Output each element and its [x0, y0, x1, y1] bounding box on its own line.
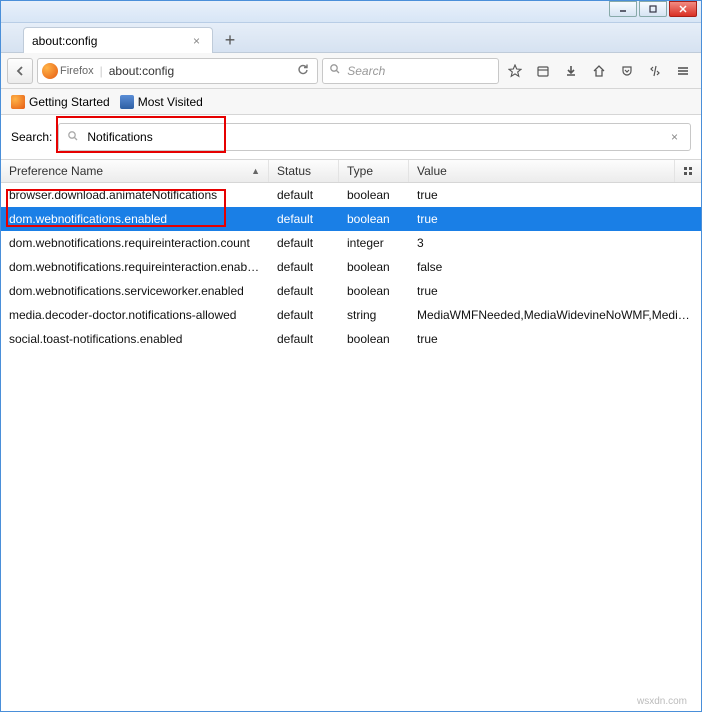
cell-name: dom.webnotifications.requireinteraction.…: [1, 260, 269, 274]
separator: |: [100, 64, 103, 78]
search-label: Search:: [11, 130, 52, 144]
library-icon[interactable]: [531, 58, 555, 84]
column-type[interactable]: Type: [339, 160, 409, 182]
cell-type: string: [339, 308, 409, 322]
reload-icon[interactable]: [293, 63, 313, 78]
clear-search-icon[interactable]: ×: [667, 130, 682, 144]
prefs-table-body: browser.download.animateNotificationsdef…: [1, 183, 701, 711]
folder-icon: [120, 95, 134, 109]
config-search-input[interactable]: [85, 129, 667, 145]
bookmark-getting-started[interactable]: Getting Started: [11, 95, 110, 109]
cell-name: social.toast-notifications.enabled: [1, 332, 269, 346]
window-titlebar: [1, 1, 701, 23]
cell-status: default: [269, 332, 339, 346]
menu-icon[interactable]: [671, 58, 695, 84]
cell-status: default: [269, 188, 339, 202]
firefox-icon: [42, 63, 58, 79]
cell-value: true: [409, 212, 701, 226]
cell-value: true: [409, 188, 701, 202]
cell-value: true: [409, 332, 701, 346]
cell-name: media.decoder-doctor.notifications-allow…: [1, 308, 269, 322]
cell-name: dom.webnotifications.enabled: [1, 212, 269, 226]
search-icon: [67, 130, 79, 145]
url-bar[interactable]: Firefox | about:config: [37, 58, 318, 84]
column-value[interactable]: Value: [409, 160, 675, 182]
cell-value: 3: [409, 236, 701, 250]
tab-close-icon[interactable]: ×: [189, 34, 204, 48]
watermark: wsxdn.com: [637, 696, 687, 707]
cell-status: default: [269, 260, 339, 274]
home-icon[interactable]: [587, 58, 611, 84]
pocket-icon[interactable]: [615, 58, 639, 84]
cell-status: default: [269, 308, 339, 322]
bookmark-star-icon[interactable]: [503, 58, 527, 84]
window-minimize-button[interactable]: [609, 1, 637, 17]
config-search-row: Search: ×: [1, 115, 701, 159]
pref-row[interactable]: browser.download.animateNotificationsdef…: [1, 183, 701, 207]
search-placeholder: Search: [347, 64, 385, 78]
search-bar[interactable]: Search: [322, 58, 499, 84]
column-preference-name[interactable]: Preference Name ▲: [1, 160, 269, 182]
cell-status: default: [269, 212, 339, 226]
window-close-button[interactable]: [669, 1, 697, 17]
tab-strip: about:config × +: [1, 23, 701, 53]
downloads-icon[interactable]: [559, 58, 583, 84]
bookmark-label: Most Visited: [138, 95, 203, 109]
config-search-field[interactable]: ×: [58, 123, 691, 151]
cell-type: boolean: [339, 260, 409, 274]
browser-tab[interactable]: about:config ×: [23, 27, 213, 53]
bookmark-most-visited[interactable]: Most Visited: [120, 95, 203, 109]
column-status[interactable]: Status: [269, 160, 339, 182]
browser-window: about:config × + Firefox | about:config …: [0, 0, 702, 712]
search-icon: [329, 63, 341, 78]
cell-status: default: [269, 284, 339, 298]
pref-row[interactable]: dom.webnotifications.enableddefaultboole…: [1, 207, 701, 231]
cell-name: browser.download.animateNotifications: [1, 188, 269, 202]
back-button[interactable]: [7, 58, 33, 84]
pref-row[interactable]: social.toast-notifications.enableddefaul…: [1, 327, 701, 351]
url-text: about:config: [109, 64, 294, 78]
prefs-table-header: Preference Name ▲ Status Type Value: [1, 159, 701, 183]
identity-label: Firefox: [60, 65, 94, 77]
cell-type: boolean: [339, 332, 409, 346]
cell-status: default: [269, 236, 339, 250]
cell-type: boolean: [339, 188, 409, 202]
cell-type: boolean: [339, 212, 409, 226]
window-maximize-button[interactable]: [639, 1, 667, 17]
bookmarks-toolbar: Getting Started Most Visited: [1, 89, 701, 115]
pref-row[interactable]: dom.webnotifications.requireinteraction.…: [1, 231, 701, 255]
new-tab-button[interactable]: +: [217, 28, 243, 52]
column-picker-icon[interactable]: [675, 160, 701, 182]
cell-type: boolean: [339, 284, 409, 298]
cell-value: MediaWMFNeeded,MediaWidevineNoWMF,Media.…: [409, 308, 701, 322]
cell-type: integer: [339, 236, 409, 250]
developer-icon[interactable]: [643, 58, 667, 84]
pref-row[interactable]: dom.webnotifications.serviceworker.enabl…: [1, 279, 701, 303]
cell-name: dom.webnotifications.requireinteraction.…: [1, 236, 269, 250]
tab-label: about:config: [32, 34, 189, 48]
bookmark-label: Getting Started: [29, 95, 110, 109]
cell-value: false: [409, 260, 701, 274]
pref-row[interactable]: media.decoder-doctor.notifications-allow…: [1, 303, 701, 327]
pref-row[interactable]: dom.webnotifications.requireinteraction.…: [1, 255, 701, 279]
sort-asc-icon: ▲: [251, 166, 260, 176]
cell-value: true: [409, 284, 701, 298]
navigation-toolbar: Firefox | about:config Search: [1, 53, 701, 89]
cell-name: dom.webnotifications.serviceworker.enabl…: [1, 284, 269, 298]
firefox-small-icon: [11, 95, 25, 109]
